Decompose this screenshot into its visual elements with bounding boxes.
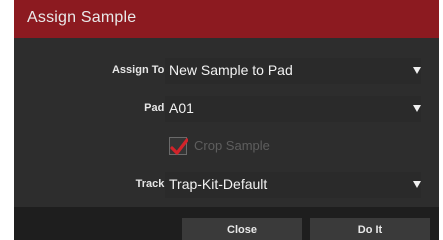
track-select[interactable]: Trap-Kit-Default: [165, 172, 421, 198]
track-row: Track: Trap-Kit-Default: [14, 172, 439, 198]
assign-to-value: New Sample to Pad: [169, 62, 293, 78]
crop-sample-checkbox-row[interactable]: Crop Sample: [169, 136, 289, 156]
track-label: Track:: [135, 178, 168, 190]
assign-to-label: Assign To:: [111, 64, 168, 76]
close-button[interactable]: Close: [182, 218, 302, 240]
dialog-title-bar: Assign Sample: [14, 0, 439, 38]
pad-value: A01: [169, 100, 194, 116]
crop-sample-label: Crop Sample: [194, 138, 270, 153]
crop-sample-checkbox[interactable]: [169, 137, 188, 155]
assign-to-select[interactable]: New Sample to Pad: [165, 58, 421, 84]
pad-row: Pad: A01: [14, 96, 439, 122]
dialog-title: Assign Sample: [27, 9, 137, 26]
dialog-footer: Close Do It: [14, 207, 439, 240]
caret-down-icon: [413, 181, 421, 188]
caret-down-icon: [413, 67, 421, 74]
do-it-button[interactable]: Do It: [310, 218, 430, 240]
track-value: Trap-Kit-Default: [169, 176, 268, 192]
assign-to-row: Assign To: New Sample to Pad: [14, 58, 439, 84]
assign-sample-dialog: Assign Sample Assign To: New Sample to P…: [14, 0, 439, 240]
pad-select[interactable]: A01: [165, 96, 421, 122]
checkmark-icon: [170, 138, 188, 155]
caret-down-icon: [413, 105, 421, 112]
